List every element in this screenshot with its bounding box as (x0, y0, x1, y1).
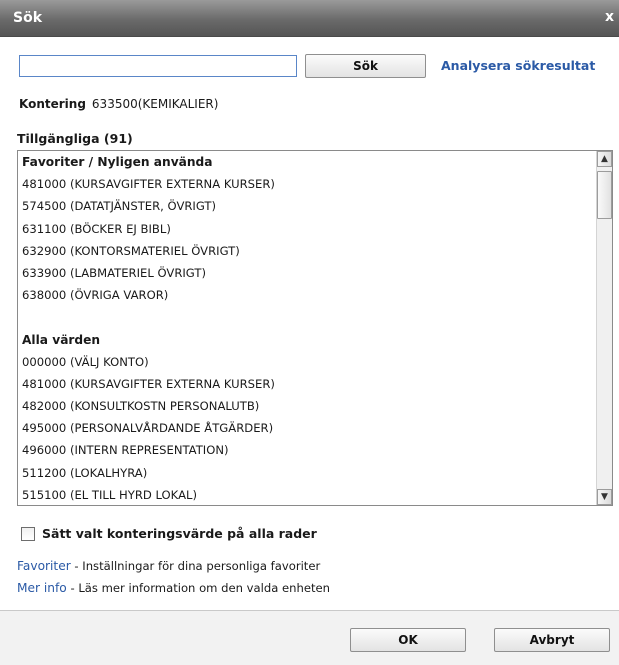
list-item[interactable]: 638000 (ÖVRIGA VAROR) (18, 284, 595, 306)
list-item[interactable]: 632900 (KONTORSMATERIEL ÖVRIGT) (18, 240, 595, 262)
list-item[interactable]: 495000 (PERSONALVÅRDANDE ÅTGÄRDER) (18, 417, 595, 439)
scroll-up-icon[interactable]: ▲ (597, 151, 612, 167)
favorites-description: - Inställningar för dina personliga favo… (70, 559, 321, 573)
ok-button[interactable]: OK (350, 628, 466, 652)
cancel-button[interactable]: Avbryt (494, 628, 610, 652)
scroll-down-icon[interactable]: ▼ (597, 489, 612, 505)
list-group-header: Alla värden (22, 332, 101, 347)
list-item[interactable]: 515100 (EL TILL HYRD LOKAL) (18, 484, 595, 505)
kontering-label: Kontering (19, 97, 86, 111)
list-item[interactable]: 574500 (DATATJÄNSTER, ÖVRIGT) (18, 195, 595, 217)
more-info: Mer info - Läs mer information om den va… (17, 581, 330, 595)
apply-all-row: Sätt valt konteringsvärde på alla rader (21, 526, 317, 541)
close-icon[interactable]: x (605, 9, 619, 25)
list-item[interactable]: 631100 (BÖCKER EJ BIBL) (18, 218, 595, 240)
more-info-link[interactable]: Mer info (17, 581, 67, 595)
apply-all-label[interactable]: Sätt valt konteringsvärde på alla rader (42, 526, 317, 541)
kontering-value: 633500(KEMIKALIER) (91, 97, 219, 111)
list-item[interactable]: 511200 (LOKALHYRA) (18, 462, 595, 484)
scrollbar-thumb[interactable] (597, 171, 612, 219)
favorites-link[interactable]: Favoriter (17, 559, 71, 573)
more-info-description: - Läs mer information om den valda enhet… (66, 581, 331, 595)
available-heading: Tillgängliga (91) (17, 131, 133, 146)
kontering-row: Kontering 633500(KEMIKALIER) (19, 97, 218, 111)
list-item[interactable]: 481000 (KURSAVGIFTER EXTERNA KURSER) (18, 173, 595, 195)
list-item[interactable]: 000000 (VÄLJ KONTO) (18, 351, 595, 373)
list-item[interactable]: 633900 (LABMATERIEL ÖVRIGT) (18, 262, 595, 284)
list-scrollbar[interactable]: ▲ ▼ (596, 151, 612, 505)
list-item[interactable]: 496000 (INTERN REPRESENTATION) (18, 439, 595, 461)
apply-all-checkbox[interactable] (21, 526, 35, 541)
dialog-title: Sök (13, 10, 43, 26)
list-item[interactable]: 481000 (KURSAVGIFTER EXTERNA KURSER) (18, 373, 595, 395)
account-listbox[interactable]: Favoriter / Nyligen använda 481000 (KURSA… (17, 150, 613, 506)
search-button[interactable]: Sök (305, 54, 426, 78)
dialog-titlebar: Sök x (0, 0, 619, 37)
list-item[interactable]: 482000 (KONSULTKOSTN PERSONALUTB) (18, 395, 595, 417)
list-group-header: Favoriter / Nyligen använda (22, 155, 213, 169)
analyze-results-link[interactable]: Analysera sökresultat (441, 58, 595, 73)
favorites-info: Favoriter - Inställningar för dina perso… (17, 559, 320, 573)
search-input[interactable] (19, 55, 297, 77)
account-list: Favoriter / Nyligen använda 481000 (KURSA… (18, 151, 595, 505)
